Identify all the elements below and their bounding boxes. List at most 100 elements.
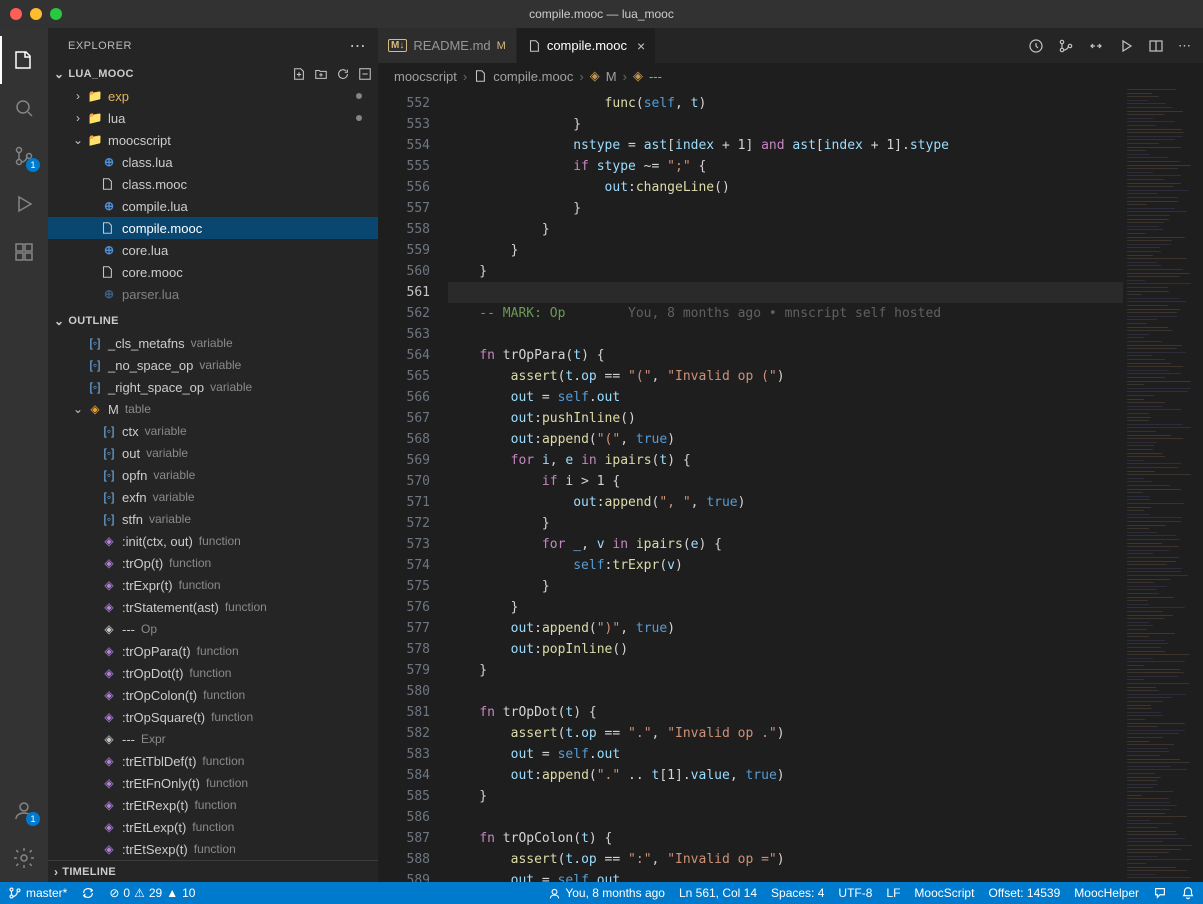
outline-item[interactable]: ◈:trEtSexp(t)function <box>48 838 378 860</box>
crumb-symbol-2[interactable]: --- <box>649 69 662 84</box>
project-name: LUA_MOOC <box>68 68 133 80</box>
namespace-icon: ◈ <box>633 68 643 84</box>
tree-item-core-mooc[interactable]: core.mooc <box>48 261 378 283</box>
minimize-window[interactable] <box>30 8 42 20</box>
cursor-status[interactable]: Ln 561, Col 14 <box>679 886 757 900</box>
outline-item[interactable]: [◦]_cls_metafnsvariable <box>48 332 378 354</box>
file-icon <box>473 69 487 83</box>
tree-item-compile-mooc[interactable]: compile.mooc <box>48 217 378 239</box>
tree-item-compile-lua[interactable]: ⊕compile.lua <box>48 195 378 217</box>
outline-item[interactable]: [◦]exfnvariable <box>48 486 378 508</box>
outline-item[interactable]: ◈:trOpPara(t)function <box>48 640 378 662</box>
settings-icon[interactable] <box>0 834 48 882</box>
outline-item[interactable]: ◈:trStatement(ast)function <box>48 596 378 618</box>
language-status[interactable]: MoocScript <box>914 886 974 900</box>
close-window[interactable] <box>10 8 22 20</box>
outline-item[interactable]: [◦]opfnvariable <box>48 464 378 486</box>
sidebar: EXPLORER ⋯ ⌄ LUA_MOOC ›📁exp›📁lua⌄📁moocsc… <box>48 28 378 882</box>
tree-item-parser-lua[interactable]: ⊕parser.lua <box>48 283 378 305</box>
blame-status[interactable]: You, 8 months ago <box>548 886 665 900</box>
sidebar-header: EXPLORER ⋯ <box>48 28 378 63</box>
sidebar-more-icon[interactable]: ⋯ <box>350 36 367 56</box>
status-bar: master* ⊘0 ⚠29 ▲10 You, 8 months ago Ln … <box>0 882 1203 904</box>
file-tree[interactable]: ›📁exp›📁lua⌄📁moocscript⊕class.luaclass.mo… <box>48 85 378 310</box>
refresh-icon[interactable] <box>336 67 350 81</box>
outline-item[interactable]: [◦]_right_space_opvariable <box>48 376 378 398</box>
outline-section-header[interactable]: ⌄ OUTLINE <box>48 310 378 332</box>
class-icon: ◈ <box>590 68 600 84</box>
outline-item[interactable]: ◈:init(ctx, out)function <box>48 530 378 552</box>
maximize-window[interactable] <box>50 8 62 20</box>
activity-bar: 1 1 <box>0 28 48 882</box>
tree-item-moocscript[interactable]: ⌄📁moocscript <box>48 129 378 151</box>
code-editor[interactable]: 5525535545555565575585595605615625635645… <box>378 89 1123 882</box>
breadcrumbs[interactable]: moocscript › compile.mooc › ◈ M › ◈ --- <box>378 63 1203 89</box>
problems-status[interactable]: ⊘0 ⚠29 ▲10 <box>109 886 195 900</box>
outline-item[interactable]: ◈:trEtTblDef(t)function <box>48 750 378 772</box>
chevron-right-icon: › <box>54 865 58 879</box>
branch-status[interactable]: master* <box>8 886 67 900</box>
outline-item[interactable]: ◈:trExpr(t)function <box>48 574 378 596</box>
markdown-icon: M↓ <box>388 39 407 52</box>
outline-item[interactable]: [◦]_no_space_opvariable <box>48 354 378 376</box>
outline-item[interactable]: [◦]stfnvariable <box>48 508 378 530</box>
helper-status[interactable]: MoocHelper <box>1074 886 1139 900</box>
extensions-icon[interactable] <box>0 228 48 276</box>
minimap[interactable] <box>1123 89 1203 882</box>
outline-item[interactable]: ◈:trOpSquare(t)function <box>48 706 378 728</box>
outline-item[interactable]: ⌄◈Mtable <box>48 398 378 420</box>
chevron-down-icon: ⌄ <box>54 314 64 328</box>
tab-compile-mooc[interactable]: compile.mooc× <box>517 28 656 63</box>
bell-icon[interactable] <box>1181 886 1195 900</box>
outline-item[interactable]: ◈:trEtLexp(t)function <box>48 816 378 838</box>
editor-area: M↓README.mdMcompile.mooc× ⋯ moocscript ›… <box>378 28 1203 882</box>
feedback-icon[interactable] <box>1153 886 1167 900</box>
split-icon[interactable] <box>1148 38 1164 54</box>
timeline-title: TIMELINE <box>62 866 116 878</box>
tab-more-icon[interactable]: ⋯ <box>1178 38 1191 54</box>
compare-icon[interactable] <box>1088 38 1104 54</box>
outline-item[interactable]: ◈:trOpColon(t)function <box>48 684 378 706</box>
crumb-file[interactable]: compile.mooc <box>493 69 573 84</box>
new-folder-icon[interactable] <box>314 67 328 81</box>
account-badge: 1 <box>26 812 40 826</box>
search-icon[interactable] <box>0 84 48 132</box>
tree-item-core-lua[interactable]: ⊕core.lua <box>48 239 378 261</box>
outline-item[interactable]: ◈:trOpDot(t)function <box>48 662 378 684</box>
explorer-icon[interactable] <box>0 36 48 84</box>
collapse-icon[interactable] <box>358 67 372 81</box>
outline-tree[interactable]: [◦]_cls_metafnsvariable[◦]_no_space_opva… <box>48 332 378 860</box>
code-content[interactable]: func(self, t) } nstype = ast[index + 1] … <box>448 89 1123 882</box>
outline-item[interactable]: ◈:trOp(t)function <box>48 552 378 574</box>
outline-item[interactable]: [◦]outvariable <box>48 442 378 464</box>
crumb-folder[interactable]: moocscript <box>394 69 457 84</box>
close-icon[interactable]: × <box>637 38 645 54</box>
crumb-symbol-1[interactable]: M <box>606 69 617 84</box>
outline-item[interactable]: [◦]ctxvariable <box>48 420 378 442</box>
eol-status[interactable]: LF <box>886 886 900 900</box>
tree-item-class-lua[interactable]: ⊕class.lua <box>48 151 378 173</box>
timeline-section-header[interactable]: › TIMELINE <box>48 860 378 882</box>
explorer-section-header[interactable]: ⌄ LUA_MOOC <box>48 63 378 85</box>
diff-branch-icon[interactable] <box>1058 38 1074 54</box>
chevron-right-icon: › <box>623 69 627 84</box>
new-file-icon[interactable] <box>292 67 306 81</box>
outline-item[interactable]: ◈---Op <box>48 618 378 640</box>
encoding-status[interactable]: UTF-8 <box>838 886 872 900</box>
spaces-status[interactable]: Spaces: 4 <box>771 886 824 900</box>
run-icon[interactable] <box>1118 38 1134 54</box>
outline-item[interactable]: ◈:trEtRexp(t)function <box>48 794 378 816</box>
outline-item[interactable]: ◈:trEtFnOnly(t)function <box>48 772 378 794</box>
source-control-icon[interactable]: 1 <box>0 132 48 180</box>
offset-status[interactable]: Offset: 14539 <box>988 886 1060 900</box>
account-icon[interactable]: 1 <box>0 786 48 834</box>
outline-item[interactable]: ◈---Expr <box>48 728 378 750</box>
tree-item-class-mooc[interactable]: class.mooc <box>48 173 378 195</box>
sync-status[interactable] <box>81 886 95 900</box>
debug-icon[interactable] <box>0 180 48 228</box>
chevron-right-icon: › <box>579 69 583 84</box>
timeline-nav-icon[interactable] <box>1028 38 1044 54</box>
tree-item-lua[interactable]: ›📁lua <box>48 107 378 129</box>
tree-item-exp[interactable]: ›📁exp <box>48 85 378 107</box>
tab-README-md[interactable]: M↓README.mdM <box>378 28 517 63</box>
